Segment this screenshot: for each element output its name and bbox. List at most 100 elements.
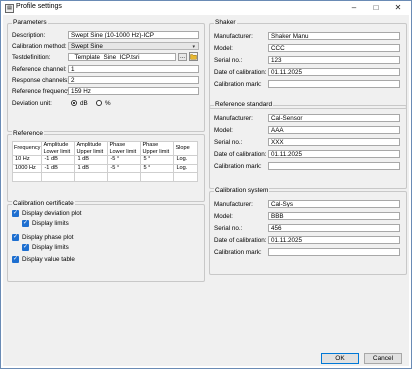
calsys-model-label: Model: (214, 213, 233, 220)
description-field[interactable]: Swept Sine (10-1000 Hz)-ICP (68, 31, 199, 39)
description-label: Description: (12, 32, 46, 39)
reference-channel-field[interactable]: 1 (68, 65, 199, 73)
table-header-row: Frequency Amplitude Lower limit Amplitud… (11, 141, 198, 156)
group-title: Reference standard (214, 101, 274, 108)
display-value-table-checkbox[interactable]: ✓ (12, 256, 19, 263)
display-limits-label: Display limits (32, 220, 69, 227)
column-header[interactable]: Amplitude Lower limit (41, 141, 76, 156)
table-cell[interactable] (140, 172, 175, 182)
calsys-date-field[interactable]: 01.11.2025 (268, 236, 400, 244)
app-icon: ▤ (5, 4, 14, 13)
refstd-manufacturer-label: Manufacturer: (214, 115, 253, 122)
calsys-model-field[interactable]: BBB (268, 212, 400, 220)
title-bar: ▤ Profile settings – □ ✕ (1, 1, 411, 15)
table-cell[interactable] (173, 172, 198, 182)
refstd-date-field[interactable]: 01.11.2025 (268, 150, 400, 158)
response-channels-field[interactable]: 2 (68, 76, 199, 84)
reference-group: Reference Frequency Amplitude Lower limi… (7, 130, 205, 202)
table-cell[interactable]: -5 ° (107, 155, 142, 165)
refstd-mark-field[interactable] (268, 162, 400, 170)
table-cell[interactable]: Log. (173, 155, 198, 165)
cancel-button[interactable]: Cancel (364, 353, 402, 364)
refstd-manufacturer-field[interactable]: Cal-Sensor (268, 114, 400, 122)
table-cell[interactable]: -1 dB (41, 155, 76, 165)
shaker-serial-field[interactable]: 123 (268, 56, 400, 64)
reference-channel-label: Reference channel: (12, 66, 67, 73)
calibration-method-label: Calibration method: (12, 43, 67, 50)
testdefinition-field[interactable]: _Template_Sine_ICP.tsri (68, 53, 176, 61)
table-cell[interactable] (107, 172, 142, 182)
table-cell[interactable] (41, 172, 76, 182)
display-phase-plot-label: Display phase plot (22, 234, 74, 241)
shaker-manufacturer-field[interactable]: Shaker Manu (268, 32, 400, 40)
ok-button[interactable]: OK (321, 353, 359, 364)
reference-table[interactable]: Frequency Amplitude Lower limit Amplitud… (11, 141, 198, 182)
display-phase-plot-checkbox[interactable]: ✓ (12, 234, 19, 241)
shaker-manufacturer-label: Manufacturer: (214, 33, 253, 40)
display-limits-checkbox[interactable]: ✓ (22, 220, 29, 227)
table-cell[interactable] (11, 172, 43, 182)
refstd-serial-field[interactable]: XXX (268, 138, 400, 146)
display-limits-phase-checkbox[interactable]: ✓ (22, 244, 29, 251)
table-cell[interactable]: 1 dB (74, 163, 109, 173)
table-cell[interactable]: Log. (173, 163, 198, 173)
calsys-manufacturer-field[interactable]: Cal-Sys (268, 200, 400, 208)
table-cell[interactable] (74, 172, 109, 182)
display-deviation-plot-label: Display deviation plot (22, 210, 82, 217)
response-channels-label: Response channels: (12, 77, 70, 84)
group-title: Parameters (12, 19, 48, 26)
table-row[interactable]: 1000 Hz -1 dB 1 dB -5 ° 5 ° Log. (11, 163, 198, 173)
calsys-date-label: Date of calibration: (214, 237, 267, 244)
browse-button[interactable]: ... (178, 53, 187, 61)
calibration-system-group: Calibration system Manufacturer: Cal-Sys… (209, 187, 407, 275)
calibration-certificate-group: Calibration certificate ✓ Display deviat… (7, 200, 205, 282)
shaker-serial-label: Serial no.: (214, 57, 243, 64)
deviation-percent-radio[interactable] (96, 100, 102, 106)
calsys-mark-field[interactable] (268, 248, 400, 256)
table-row[interactable]: 10 Hz -1 dB 1 dB -5 ° 5 ° Log. (11, 155, 198, 165)
column-header[interactable]: Phase Lower limit (107, 141, 142, 156)
refstd-mark-label: Calibration mark: (214, 163, 262, 170)
window-title: Profile settings (16, 3, 62, 10)
calsys-mark-label: Calibration mark: (214, 249, 262, 256)
table-new-row[interactable] (11, 172, 198, 182)
maximize-icon[interactable]: □ (365, 1, 387, 14)
table-cell[interactable]: 5 ° (140, 163, 175, 173)
reference-frequency-field[interactable]: 159 Hz (68, 87, 199, 95)
open-folder-button[interactable] (189, 52, 198, 61)
column-header[interactable]: Amplitude Upper limit (74, 141, 109, 156)
table-cell[interactable]: -1 dB (41, 163, 76, 173)
close-icon[interactable]: ✕ (387, 1, 409, 14)
table-cell[interactable]: 5 ° (140, 155, 175, 165)
display-limits-phase-label: Display limits (32, 244, 69, 251)
table-cell[interactable]: -5 ° (107, 163, 142, 173)
shaker-date-field[interactable]: 01.11.2025 (268, 68, 400, 76)
shaker-mark-label: Calibration mark: (214, 81, 262, 88)
table-cell[interactable]: 1000 Hz (11, 163, 43, 173)
calsys-serial-label: Serial no.: (214, 225, 243, 232)
display-value-table-label: Display value table (22, 256, 75, 263)
column-header[interactable]: Slope (173, 141, 198, 156)
group-title: Shaker (214, 19, 237, 26)
table-cell[interactable]: 1 dB (74, 155, 109, 165)
group-title: Reference (12, 130, 44, 137)
deviation-db-radio[interactable] (71, 100, 77, 106)
refstd-date-label: Date of calibration: (214, 151, 267, 158)
calsys-manufacturer-label: Manufacturer: (214, 201, 253, 208)
shaker-date-label: Date of calibration: (214, 69, 267, 76)
shaker-mark-field[interactable] (268, 80, 400, 88)
display-deviation-plot-checkbox[interactable]: ✓ (12, 210, 19, 217)
profile-settings-window: ▤ Profile settings – □ ✕ Parameters Desc… (0, 0, 412, 369)
deviation-percent-label: % (105, 100, 111, 107)
reference-standard-group: Reference standard Manufacturer: Cal-Sen… (209, 101, 407, 189)
shaker-model-field[interactable]: CCC (268, 44, 400, 52)
column-header[interactable]: Frequency (11, 141, 43, 156)
minimize-icon[interactable]: – (343, 1, 365, 14)
shaker-model-label: Model: (214, 45, 233, 52)
refstd-model-field[interactable]: AAA (268, 126, 400, 134)
calsys-serial-field[interactable]: 456 (268, 224, 400, 232)
table-cell[interactable]: 10 Hz (11, 155, 43, 165)
column-header[interactable]: Phase Upper limit (140, 141, 175, 156)
shaker-group: Shaker Manufacturer: Shaker Manu Model: … (209, 19, 407, 109)
calibration-method-select[interactable]: Swept Sine ▾ (68, 42, 199, 50)
